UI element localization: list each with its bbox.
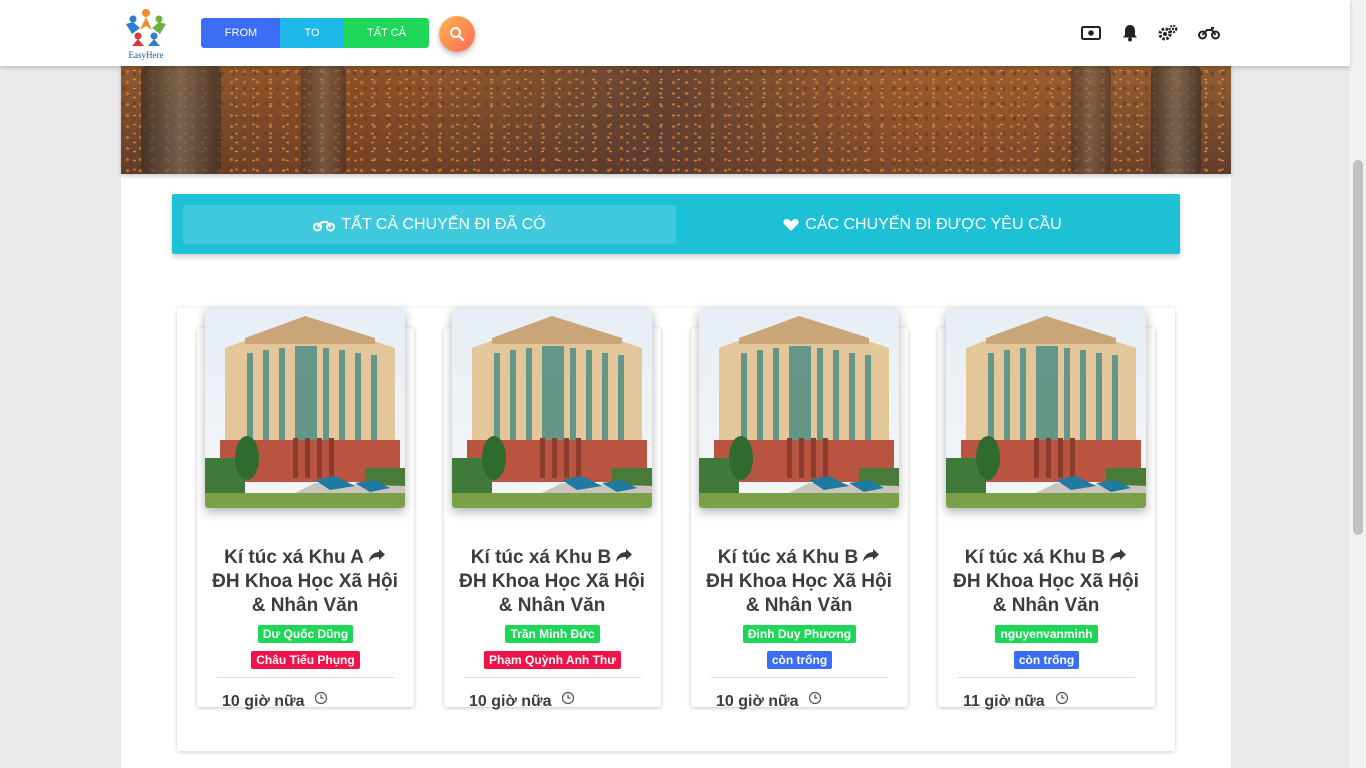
notifications-button[interactable]: [1119, 22, 1141, 44]
trip-list: Kí túc xá Khu A ĐH Khoa Học Xã Hội & Nhâ…: [177, 308, 1175, 751]
passenger-badge: Châu Tiểu Phụng: [197, 651, 414, 669]
card-divider: [217, 677, 394, 678]
tab-all-trips[interactable]: TẤT CẢ CHUYẾN ĐI ĐÃ CÓ: [183, 205, 676, 244]
search-icon: [450, 27, 465, 42]
building-illustration: [452, 308, 652, 508]
trip-origin: Kí túc xá Khu A: [224, 547, 364, 569]
settings-button[interactable]: [1157, 22, 1179, 44]
departure-time: 10 giờ nữa: [469, 693, 552, 710]
card-divider: [464, 677, 641, 678]
my-trips-button[interactable]: [1198, 22, 1220, 44]
share-arrow-icon: [368, 546, 386, 570]
heart-icon: [783, 218, 799, 231]
bell-icon: [1123, 25, 1137, 42]
settings-icon: [1158, 24, 1178, 41]
building-illustration: [946, 308, 1146, 508]
departure-time: 10 giờ nữa: [222, 693, 305, 710]
clock-icon: [314, 691, 328, 705]
passenger-name: còn trống: [766, 651, 833, 669]
trip-tabs: TẤT CẢ CHUYẾN ĐI ĐÃ CÓ CÁC CHUYẾN ĐI ĐƯỢ…: [172, 194, 1180, 254]
brand-name: EasyHere: [128, 50, 164, 60]
driver-badge: Dư Quốc Dũng: [197, 625, 414, 643]
departure-time: 11 giờ nữa: [963, 693, 1045, 710]
hero-tree-trunk: [1071, 66, 1111, 174]
clock-icon: [561, 691, 575, 705]
driver-badge: Đinh Duy Phương: [691, 625, 908, 643]
driver-name: Đinh Duy Phương: [742, 625, 857, 643]
building-photo: [946, 308, 1146, 508]
search-button[interactable]: [439, 16, 475, 52]
trip-card[interactable]: Kí túc xá Khu B ĐH Khoa Học Xã Hội & Nhâ…: [691, 308, 908, 710]
share-arrow-icon: [615, 546, 633, 570]
motorcycle-icon: [313, 220, 336, 231]
clock-icon: [808, 691, 822, 705]
hero-tree-trunk: [301, 66, 346, 174]
building-photo: [452, 308, 652, 508]
hero-tree-trunk: [141, 66, 221, 174]
share-arrow-icon: [862, 546, 880, 570]
tab-requested-trips[interactable]: CÁC CHUYẾN ĐI ĐƯỢC YÊU CẦU: [676, 205, 1169, 244]
driver-name: Dư Quốc Dũng: [257, 625, 354, 643]
trip-origin: Kí túc xá Khu B: [717, 547, 859, 569]
top-navbar: EasyHere FROM TO TẤT CẢ: [0, 0, 1350, 66]
trip-origin: Kí túc xá Khu B: [964, 547, 1106, 569]
passenger-badge: còn trống: [691, 651, 908, 669]
trip-route: Kí túc xá Khu A ĐH Khoa Học Xã Hội & Nhâ…: [205, 546, 405, 618]
trip-route: Kí túc xá Khu B ĐH Khoa Học Xã Hội & Nhâ…: [946, 546, 1146, 618]
building-photo: [699, 308, 899, 508]
to-filter-button[interactable]: TO: [280, 18, 344, 48]
wallet-button[interactable]: [1080, 22, 1102, 44]
share-arrow-icon: [1109, 546, 1127, 570]
all-filter-button[interactable]: TẤT CẢ: [344, 18, 429, 48]
building-illustration: [699, 308, 899, 508]
from-filter-button[interactable]: FROM: [201, 18, 281, 48]
motorcycle-icon: [1198, 27, 1220, 40]
passenger-name: Phạm Quỳnh Anh Thư: [484, 651, 621, 669]
driver-badge: Trần Minh Đức: [444, 625, 661, 643]
logo-people-icon: [126, 9, 166, 46]
passenger-name: Châu Tiểu Phụng: [251, 651, 360, 669]
passenger-badge: còn trống: [938, 651, 1155, 669]
passenger-name: còn trống: [1013, 651, 1080, 669]
clock-icon: [1055, 691, 1069, 705]
building-illustration: [205, 308, 405, 508]
passenger-badge: Phạm Quỳnh Anh Thư: [444, 651, 661, 669]
trip-route: Kí túc xá Khu B ĐH Khoa Học Xã Hội & Nhâ…: [699, 546, 899, 618]
driver-name: Trần Minh Đức: [505, 625, 600, 643]
hero-tree-trunk: [1151, 66, 1201, 174]
trip-destination: ĐH Khoa Học Xã Hội & Nhân Văn: [212, 571, 398, 617]
card-divider: [958, 677, 1135, 678]
scrollbar-thumb[interactable]: [1353, 160, 1363, 535]
trip-card[interactable]: Kí túc xá Khu B ĐH Khoa Học Xã Hội & Nhâ…: [444, 308, 661, 710]
trip-destination: ĐH Khoa Học Xã Hội & Nhân Văn: [459, 571, 645, 617]
driver-badge: nguyenvanminh: [938, 625, 1155, 643]
trip-card[interactable]: Kí túc xá Khu B ĐH Khoa Học Xã Hội & Nhâ…: [938, 308, 1155, 710]
brand-logo[interactable]: EasyHere: [120, 6, 172, 60]
trip-origin: Kí túc xá Khu B: [470, 547, 612, 569]
trip-route: Kí túc xá Khu B ĐH Khoa Học Xã Hội & Nhâ…: [452, 546, 652, 618]
main-content: TẤT CẢ CHUYẾN ĐI ĐÃ CÓ CÁC CHUYẾN ĐI ĐƯỢ…: [121, 0, 1231, 768]
trip-card[interactable]: Kí túc xá Khu A ĐH Khoa Học Xã Hội & Nhâ…: [197, 308, 414, 710]
driver-name: nguyenvanminh: [995, 625, 1098, 643]
trip-destination: ĐH Khoa Học Xã Hội & Nhân Văn: [706, 571, 892, 617]
money-icon: [1081, 26, 1101, 40]
departure-time: 10 giờ nữa: [716, 693, 799, 710]
tab-requested-trips-label: CÁC CHUYẾN ĐI ĐƯỢC YÊU CẦU: [805, 215, 1062, 233]
page-scrollbar[interactable]: [1350, 0, 1366, 768]
trip-destination: ĐH Khoa Học Xã Hội & Nhân Văn: [953, 571, 1139, 617]
tab-all-trips-label: TẤT CẢ CHUYẾN ĐI ĐÃ CÓ: [341, 215, 546, 233]
card-divider: [711, 677, 888, 678]
building-photo: [205, 308, 405, 508]
